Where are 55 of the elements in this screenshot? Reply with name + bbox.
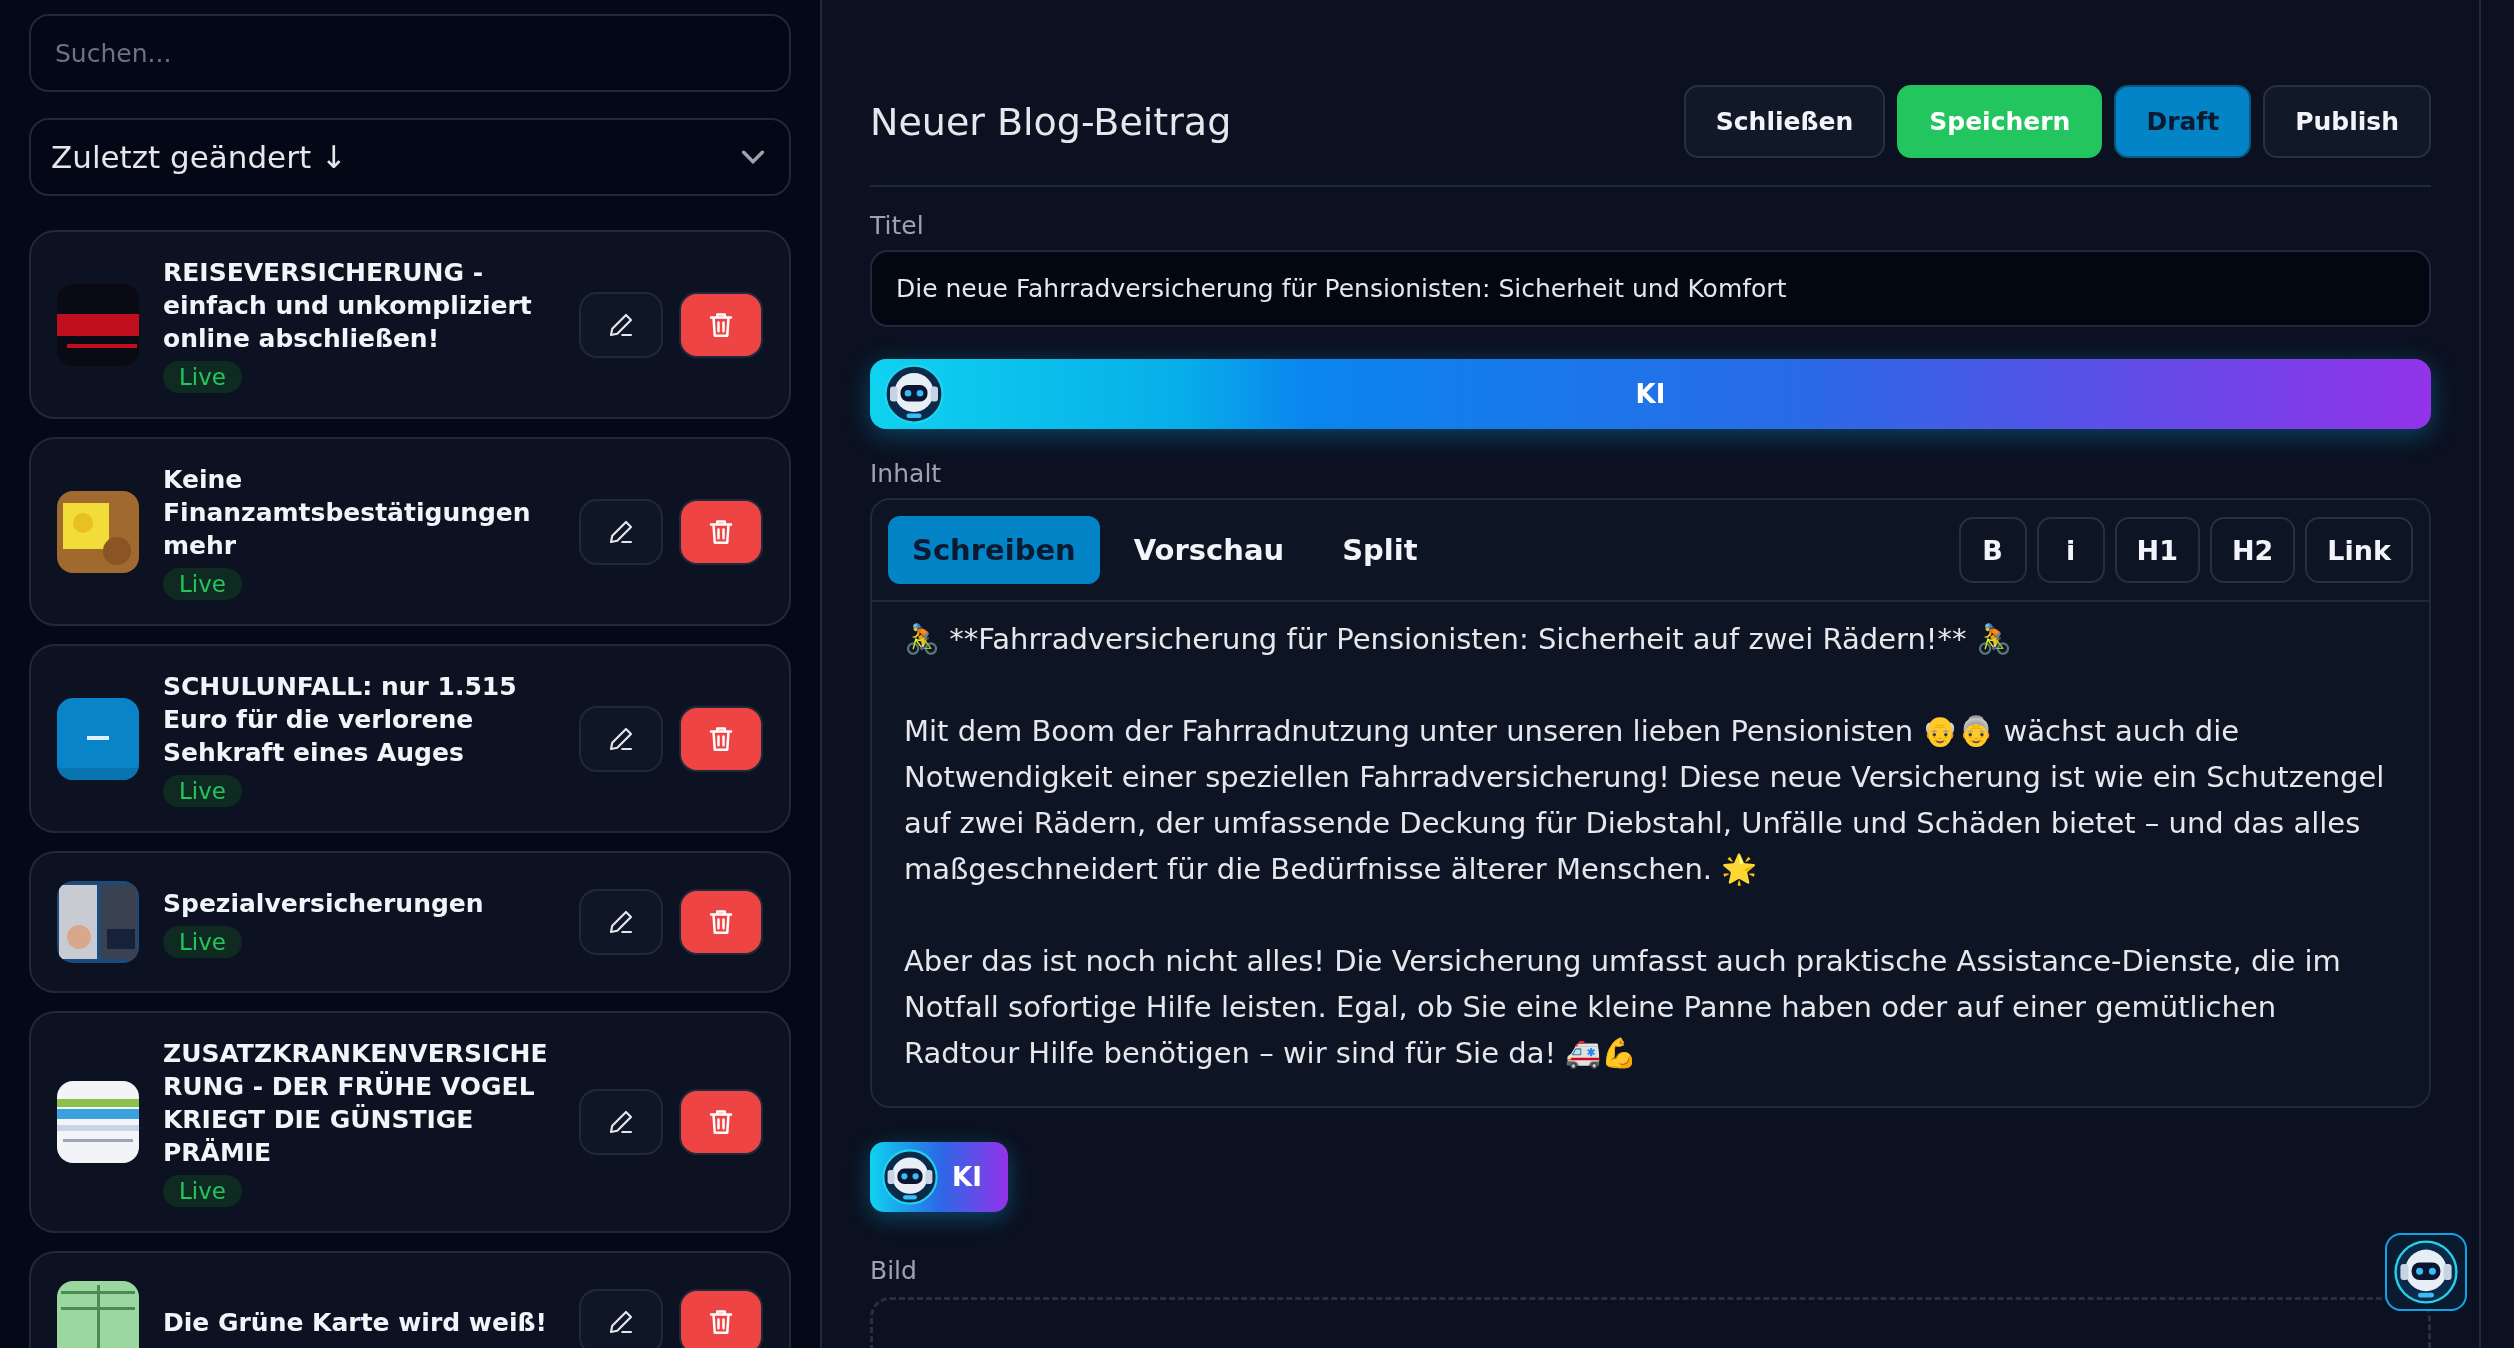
editor-tab[interactable]: Vorschau (1109, 516, 1309, 584)
status-badge: Live (163, 775, 242, 807)
post-title: ZUSATZKRANKENVERSICHE RUNG - DER FRÜHE VOGEL KRIEGT DIE GÜNSTIGE PRÄMIE (163, 1038, 549, 1169)
format-button[interactable]: H1 (2114, 517, 2200, 583)
robot-icon (882, 1149, 938, 1205)
content-field[interactable]: 🚴 **Fahrradversicherung für Pensionisten: Sicherheit auf zwei Rädern!** 🚴 Mit dem Boom der Fahrradnutzung unter unseren lieben Pensionisten 👴👵 wächst auch die Notwendigkeit einer speziellen Fahrradversicherung! Diese neue Versicherung ist wie ein Schutzengel auf zwei Rädern, der umfassende Deckung für Diebstahl, Unfälle und Schäden bietet – und das alles maßgeschneidert für die Bedürfnisse älterer Menschen. 🌟 Aber das ist noch nicht alles! Die Versicherung umfasst auch praktische Assistance-Dienste, die im Notfall sofortige Hilfe leisten. Egal, ob Sie eine kleine Panne haben oder auf einer gemütlichen Radtour Hilfe benötigen – wir sind für Sie da! 🚑💪 (872, 602, 2429, 1106)
field-label: Titel (870, 211, 925, 240)
status-toggle-button[interactable]: Draft (2114, 85, 2252, 158)
post-title: REISEVERSICHERUNG - einfach und unkompliziert online abschließen! (163, 257, 533, 355)
format-button[interactable]: B (1958, 517, 2027, 583)
delete-button[interactable] (679, 889, 763, 955)
status-badge: Live (163, 1175, 242, 1207)
edit-button[interactable] (579, 291, 663, 358)
post-card[interactable]: Die Grüne Karte wird weiß! (29, 1251, 791, 1348)
robot-icon (884, 364, 944, 424)
page-title: Neuer Blog-Beitrag (870, 99, 1232, 144)
post-card[interactable]: Spezialversicherungen Live (29, 851, 791, 993)
edit-button[interactable] (579, 1089, 663, 1155)
close-button[interactable]: Schließen (1683, 85, 1886, 158)
robot-icon (2394, 1240, 2458, 1304)
editor-tab[interactable]: Schreiben (888, 516, 1100, 584)
post-card[interactable]: Keine Finanzamtsbestätigungen mehr Live (29, 437, 791, 626)
post-title: SCHULUNFALL: nur 1.515 Euro für die verlorene Sehkraft eines Auges (163, 671, 518, 769)
delete-button[interactable] (679, 705, 763, 772)
edit-button[interactable] (579, 889, 663, 955)
ai-button[interactable]: KI (870, 359, 2431, 429)
field-label: Bild (870, 1256, 918, 1285)
post-title: Spezialversicherungen (163, 887, 484, 920)
search-field[interactable]: Suchen... (29, 14, 791, 92)
edit-button[interactable] (579, 498, 663, 565)
ai-button[interactable]: KI (870, 1142, 1008, 1212)
format-button[interactable]: H2 (2209, 517, 2296, 583)
sort-dropdown[interactable]: Zuletzt geändert ↓ (29, 118, 791, 196)
status-toggle-button[interactable]: Publish (2263, 85, 2431, 158)
delete-button[interactable] (679, 498, 763, 565)
assistant-button[interactable] (2385, 1233, 2467, 1311)
title-field[interactable]: Die neue Fahrradversicherung für Pensionisten: Sicherheit und Komfort (870, 250, 2431, 327)
status-badge: Live (163, 568, 242, 600)
format-button[interactable]: i (2036, 517, 2105, 583)
delete-button[interactable] (679, 1289, 763, 1348)
edit-button[interactable] (579, 705, 663, 772)
format-button[interactable]: Link (2305, 517, 2413, 583)
post-card[interactable]: REISEVERSICHERUNG - einfach und unkompliziert online abschließen! Live (29, 230, 791, 419)
post-card[interactable]: SCHULUNFALL: nur 1.515 Euro für die verlorene Sehkraft eines Auges Live (29, 644, 791, 833)
delete-button[interactable] (679, 291, 763, 358)
post-card[interactable]: ZUSATZKRANKENVERSICHE RUNG - DER FRÜHE VOGEL KRIEGT DIE GÜNSTIGE PRÄMIE Live (29, 1011, 791, 1233)
edit-button[interactable] (579, 1289, 663, 1348)
chevron-down-icon (741, 150, 765, 164)
post-title: Keine Finanzamtsbestätigungen mehr (163, 464, 532, 562)
post-title: Die Grüne Karte wird weiß! (163, 1306, 547, 1339)
field-label: Inhalt (870, 459, 943, 488)
status-badge: Live (163, 925, 242, 958)
editor-tab[interactable]: Split (1318, 516, 1442, 584)
status-badge: Live (163, 361, 242, 393)
delete-button[interactable] (679, 1089, 763, 1155)
